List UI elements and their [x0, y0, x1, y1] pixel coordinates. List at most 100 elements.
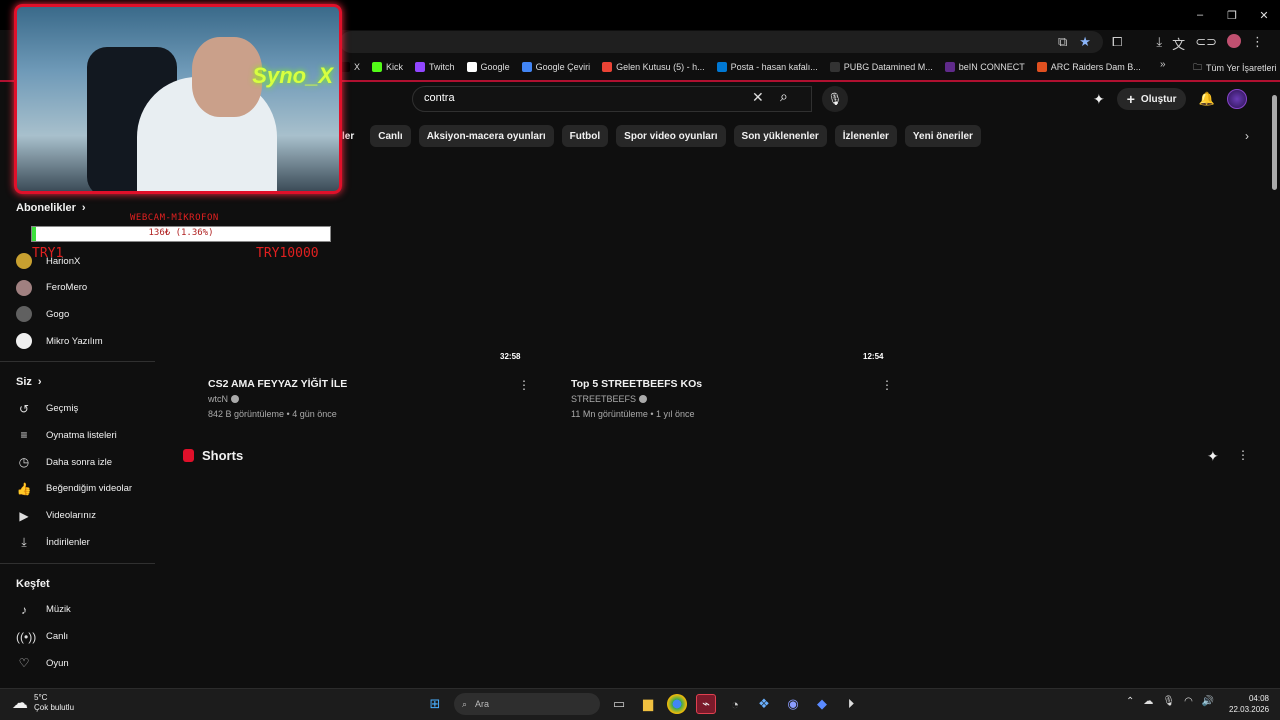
sidebar-item-subscription[interactable]: FeroMero	[0, 274, 155, 301]
channel-avatar	[16, 333, 32, 350]
chevron-right-icon: ›	[81, 202, 86, 214]
task-view-icon[interactable]: ▭	[609, 694, 629, 714]
bookmark-item[interactable]: Google Çeviri	[521, 58, 590, 75]
sidebar-item[interactable]: ♪ Müzik	[0, 597, 155, 624]
bookmark-item[interactable]: ARC Raiders Dam B...	[1036, 58, 1141, 75]
sidebar-item[interactable]: 👍 Beğendiğim videolar	[0, 476, 155, 503]
sidebar-item-label: Mikro Yazılım	[46, 335, 103, 347]
donation-max: TRY10000	[256, 246, 319, 261]
sidebar-item-label: Geçmiş	[46, 403, 79, 415]
taskbar-search-placeholder: Ara	[475, 699, 490, 709]
system-tray: ⌃ ☁ 🎙 ◠ 🔊	[1126, 696, 1214, 707]
bookmark-item[interactable]: PUBG Datamined M...	[829, 58, 933, 75]
bookmark-item[interactable]: Twitch	[415, 58, 455, 75]
chrome-icon[interactable]	[667, 694, 687, 714]
video-icon: ▶	[19, 508, 29, 523]
create-button[interactable]: + Oluştur	[1116, 88, 1187, 110]
weather-temp: 5°C	[34, 693, 48, 702]
discord-icon[interactable]: ◉	[783, 694, 803, 714]
chip-futbol[interactable]: Futbol	[561, 125, 609, 147]
app-icon[interactable]: ◆	[812, 694, 832, 714]
notifications-bell-icon[interactable]: 🔔	[1198, 91, 1214, 107]
sidebar-item-label: Oynatma listeleri	[46, 429, 117, 441]
video-title[interactable]: Top 5 STREETBEEFS KOs	[571, 378, 702, 390]
sidebar-item-subscription[interactable]: HarionX	[0, 248, 155, 275]
filter-chips: ler Canlı Aksiyon-macera oyunları Futbol…	[334, 125, 981, 147]
explore-list: ♪ Müzik ((•)) Canlı ♡ Oyun	[0, 597, 155, 677]
close-window-button[interactable]: ✕	[1248, 0, 1280, 30]
mic-icon[interactable]: 🎙	[1162, 696, 1175, 707]
link-icon[interactable]: ⊂⊃	[1195, 34, 1217, 53]
search-input-value[interactable]: contra	[424, 92, 455, 104]
maximize-button[interactable]: ❐	[1216, 0, 1248, 30]
taskbar-clock[interactable]: 04:08 22.03.2026	[1229, 693, 1269, 715]
you-heading[interactable]: Siz ›	[0, 369, 155, 395]
chip-izlenenler[interactable]: İzlenenler	[834, 125, 897, 147]
chip-son-yuklenenler[interactable]: Son yüklenenler	[733, 125, 827, 147]
video-channel[interactable]: STREETBEEFS	[571, 394, 648, 404]
sidebar-item-label: Beğendiğim videolar	[46, 483, 133, 495]
chip-canli[interactable]: Canlı	[370, 125, 411, 147]
explore-heading: Keşfet	[0, 571, 155, 597]
menu-kebab-icon[interactable]: ⋮	[1251, 34, 1264, 53]
bookmark-item[interactable]: beIN CONNECT	[944, 58, 1025, 75]
sidebar: Abonelikler › HarionX FeroMero Gogo Mikro Y…	[0, 195, 155, 677]
clear-search-icon[interactable]: ✕	[752, 89, 764, 106]
video-channel[interactable]: wtcN	[208, 394, 239, 404]
gemini-sparkle-icon[interactable]: ✦	[1207, 448, 1219, 465]
taskbar-search[interactable]: ⌕ Ara	[454, 693, 600, 715]
video-menu-icon[interactable]: ⋮	[518, 378, 530, 392]
speaker-icon[interactable]: 🔊	[1202, 696, 1214, 707]
sidebar-item[interactable]: ↺ Geçmiş	[0, 395, 155, 422]
subscriptions-list: HarionX FeroMero Gogo Mikro Yazılım	[0, 248, 155, 355]
sidebar-item-label: Canlı	[46, 631, 69, 643]
weather-desc: Çok bulutlu	[34, 703, 75, 712]
address-bar[interactable]	[340, 31, 1103, 53]
chip-spor[interactable]: Spor video oyunları	[616, 125, 726, 147]
sidebar-item[interactable]: ▶ Videolarınız	[0, 502, 155, 529]
bookmark-item[interactable]: Google	[466, 58, 510, 75]
video-title[interactable]: CS2 AMA FEYYAZ YİĞİT İLE	[208, 378, 347, 390]
install-app-icon[interactable]: ⧉	[1058, 34, 1067, 50]
sidebar-item-subscription[interactable]: Mikro Yazılım	[0, 328, 155, 355]
tray-expand-icon[interactable]: ⌃	[1126, 696, 1134, 707]
app-icon[interactable]: ❖	[754, 694, 774, 714]
chevron-right-icon[interactable]: ›	[1245, 129, 1249, 143]
network-icon[interactable]: ☁	[1143, 696, 1153, 707]
all-bookmarks-button[interactable]: 🗀 Tüm Yer İşaretleri	[1193, 60, 1277, 76]
sidebar-item[interactable]: ⤓ İndirilenler	[0, 529, 155, 556]
microphone-icon[interactable]: 🎙	[822, 86, 848, 112]
chip-aksiyon[interactable]: Aksiyon-macera oyunları	[418, 125, 554, 147]
file-explorer-icon[interactable]: ▆	[638, 694, 658, 714]
windows-start-icon[interactable]: ⊞	[425, 694, 445, 714]
bookmarks-more-button[interactable]: »	[1160, 59, 1166, 70]
download-icon[interactable]: ⤓	[1156, 34, 1162, 53]
extensions-icon[interactable]: ⧠	[1112, 34, 1122, 53]
app-icon[interactable]: ◔	[725, 694, 745, 714]
weather-widget[interactable]: ☁ 5°C Çok bulutlu	[12, 693, 74, 713]
bookmark-item[interactable]: Gelen Kutusu (5) - h...	[602, 58, 705, 75]
sidebar-item[interactable]: ((•)) Canlı	[0, 623, 155, 650]
chip-yeni-oneriler[interactable]: Yeni öneriler	[904, 125, 981, 147]
sidebar-item[interactable]: ≡ Oynatma listeleri	[0, 422, 155, 449]
video-menu-icon[interactable]: ⋮	[881, 378, 893, 392]
translate-icon[interactable]: 文	[1172, 34, 1185, 53]
account-avatar[interactable]	[1226, 89, 1247, 109]
bookmark-star-icon[interactable]: ★	[1079, 34, 1091, 50]
shorts-menu-icon[interactable]: ⋮	[1237, 448, 1249, 462]
explore-title: Keşfet	[16, 577, 50, 590]
gemini-sparkle-icon[interactable]: ✦	[1093, 91, 1105, 108]
profile-avatar-icon[interactable]	[1226, 34, 1241, 48]
bookmark-item[interactable]: Posta - hasan kafalı...	[716, 58, 818, 75]
bookmark-item[interactable]: X	[340, 58, 360, 75]
streamer-app-icon[interactable]: ⌁	[696, 694, 716, 714]
minimize-button[interactable]: –	[1184, 0, 1216, 30]
bookmark-item[interactable]: Kick	[372, 58, 403, 75]
scrollbar[interactable]	[1272, 95, 1277, 190]
sidebar-item-subscription[interactable]: Gogo	[0, 301, 155, 328]
sidebar-item[interactable]: ◷ Daha sonra izle	[0, 449, 155, 476]
wifi-icon[interactable]: ◠	[1184, 696, 1193, 707]
search-icon[interactable]: ⌕	[780, 88, 788, 105]
media-player-icon[interactable]: ⏵	[841, 694, 861, 714]
sidebar-item[interactable]: ♡ Oyun	[0, 650, 155, 677]
